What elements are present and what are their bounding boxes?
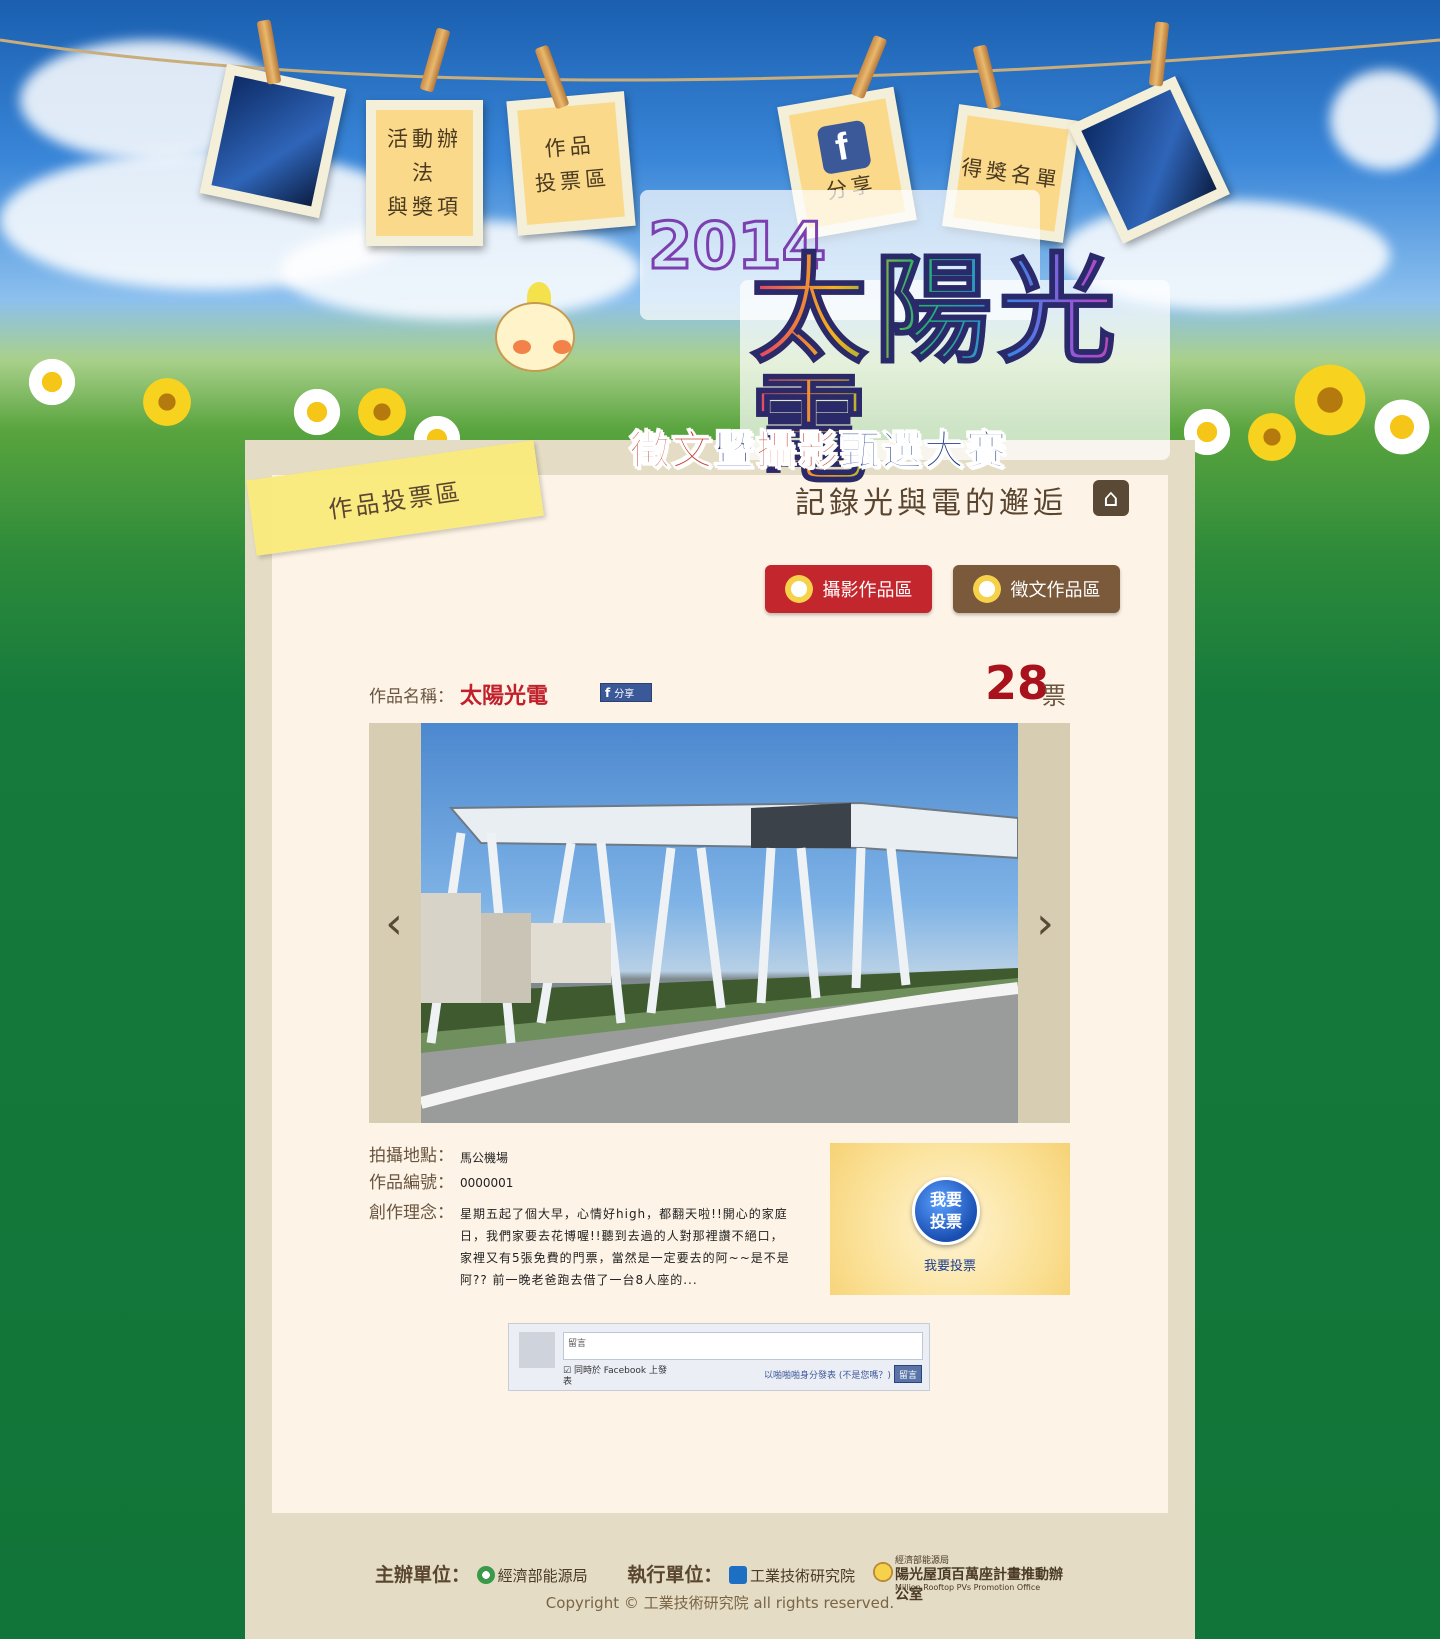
copyright: Copyright © 工業技術研究院 all rights reserved. <box>545 1594 895 1612</box>
energy-bureau-icon <box>476 1566 495 1584</box>
vote-unit: 票 <box>1042 682 1066 710</box>
vote-panel: 我要 投票 我要投票 <box>830 1143 1070 1295</box>
contest-logo[interactable]: 2014 太陽光電 徵文暨攝影甄選大賽 <box>630 190 1170 491</box>
nav-rules-label: 活動辦法 與獎項 <box>376 110 473 236</box>
sunflower <box>1290 360 1370 440</box>
sunflower <box>355 385 409 439</box>
sunflower <box>140 375 194 429</box>
comment-input[interactable]: 留言 <box>563 1332 923 1360</box>
daisy-flower <box>290 385 344 439</box>
work-name: 太陽光電 <box>460 684 549 709</box>
comment-submit-button[interactable]: 留言 <box>894 1365 922 1383</box>
footer-organizers: 主辦單位： 經濟部能源局 執行單位： 工業技術研究院 <box>375 1560 855 1587</box>
avatar <box>519 1332 555 1368</box>
vote-count: 28 <box>985 656 1050 710</box>
chick-icon <box>784 575 813 603</box>
number-value: 0000001 <box>460 1176 514 1190</box>
home-button[interactable]: ⌂ <box>1093 480 1129 516</box>
concept-label: 創作理念： <box>369 1203 454 1223</box>
partner-logo-icon <box>873 1557 893 1587</box>
organizer-label: 主辦單位： <box>375 1564 471 1586</box>
tagline: 記錄光與電的邂逅 <box>795 486 1067 521</box>
vote-link[interactable]: 我要投票 <box>830 1255 1070 1274</box>
daisy-flower <box>25 355 79 409</box>
itri-icon <box>729 1566 747 1584</box>
executor: 工業技術研究院 <box>750 1567 856 1585</box>
number-label: 作品編號： <box>369 1173 454 1193</box>
executor-label: 執行單位： <box>627 1564 723 1586</box>
share-label: 分享 <box>614 689 635 700</box>
facebook-share-button[interactable]: f 分享 <box>600 683 652 702</box>
nav-vote-zone-label: 作品 投票區 <box>517 101 625 226</box>
facebook-icon: f <box>605 685 611 700</box>
posting-as[interactable]: 以啪啪啪身分發表 (不是您嗎？) <box>764 1368 891 1381</box>
prev-arrow-icon[interactable]: ‹ <box>379 893 409 953</box>
work-name-label: 作品名稱： <box>369 687 454 707</box>
work-photo[interactable] <box>421 723 1018 1123</box>
concept-text: 星期五起了個大早，心情好high，都翻天啦!!開心的家庭日，我們家要去花博喔!!… <box>460 1207 790 1287</box>
logo-subtitle: 徵文暨攝影甄選大賽 <box>630 428 1008 475</box>
location-label: 拍攝地點： <box>369 1146 454 1166</box>
facebook-icon: f <box>816 118 872 175</box>
location-value: 馬公機場 <box>460 1151 509 1165</box>
vote-button[interactable]: 我要 投票 <box>912 1177 980 1245</box>
tab-photo-works[interactable]: 攝影作品區 <box>765 565 932 613</box>
next-arrow-icon[interactable]: › <box>1030 893 1060 953</box>
chick-icon <box>972 575 1001 603</box>
organizer: 經濟部能源局 <box>497 1567 588 1585</box>
tab-essay-works[interactable]: 徵文作品區 <box>953 565 1120 613</box>
tab-essay-label: 徵文作品區 <box>1010 580 1101 601</box>
tab-photo-label: 攝影作品區 <box>822 580 913 601</box>
nav-rules[interactable]: 活動辦法 與獎項 <box>366 100 483 246</box>
also-post-checkbox[interactable]: ☑ 同時於 Facebook 上發表 <box>563 1366 673 1388</box>
facebook-comment-box: 留言 ☑ 同時於 Facebook 上發表 以啪啪啪身分發表 (不是您嗎？) 留… <box>508 1323 930 1391</box>
home-icon: ⌂ <box>1103 484 1119 512</box>
nav-vote-zone[interactable]: 作品 投票區 <box>506 91 636 236</box>
photo-viewer: ‹ › <box>369 723 1070 1123</box>
daisy-flower <box>1370 395 1434 459</box>
sunflower <box>1245 410 1299 464</box>
mascot-bird <box>475 280 595 400</box>
clothesline <box>0 38 1440 82</box>
partner-logo: 經濟部能源局 陽光屋頂百萬座計畫推動辦公室 Million Rooftop PV… <box>873 1553 1073 1603</box>
